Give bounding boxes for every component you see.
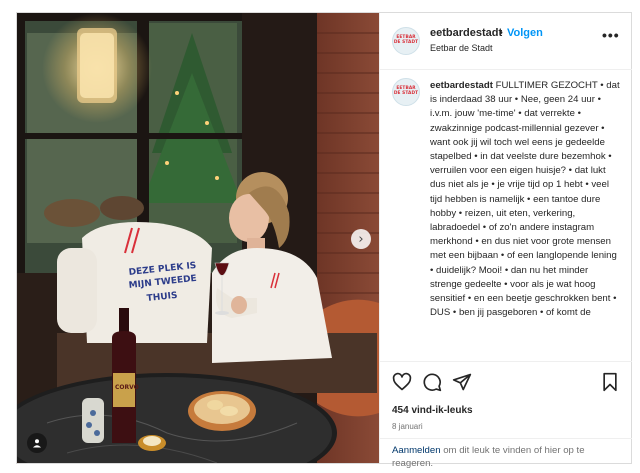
more-options-icon[interactable]: ••• bbox=[602, 27, 620, 43]
comment-icon[interactable] bbox=[422, 372, 442, 392]
caption-username[interactable]: eetbardestadt bbox=[430, 80, 493, 91]
divider bbox=[380, 438, 632, 439]
logo-text-line2: DE STADT bbox=[393, 91, 419, 96]
post-sidebar: EETBAR DE STADT eetbardestadt • Volgen E… bbox=[379, 13, 632, 469]
user-icon bbox=[33, 439, 41, 448]
login-prompt: Aanmelden om dit leuk te vinden of hier … bbox=[392, 444, 622, 470]
separator-dot: • bbox=[499, 27, 503, 39]
post-actions: 454 vind-ik-leuks 8 januari Aanmelden om… bbox=[380, 361, 632, 469]
next-photo-button[interactable]: › bbox=[351, 229, 371, 249]
likes-count[interactable]: 454 vind-ik-leuks bbox=[392, 405, 473, 416]
logo-text-line2: DE STADT bbox=[393, 40, 419, 45]
account-username[interactable]: eetbardestadt bbox=[430, 27, 502, 39]
heart-icon[interactable] bbox=[392, 372, 412, 392]
bookmark-icon[interactable] bbox=[600, 372, 620, 392]
post-header: EETBAR DE STADT eetbardestadt • Volgen E… bbox=[380, 13, 632, 70]
chevron-right-icon: › bbox=[358, 231, 364, 247]
instagram-post: DEZE PLEK IS MIJN TWEEDE THUIS CORVO › E… bbox=[16, 12, 632, 469]
post-photo[interactable]: DEZE PLEK IS MIJN TWEEDE THUIS CORVO › bbox=[17, 13, 379, 463]
post-caption: EETBAR DE STADT eetbardestadt FULLTIMER … bbox=[380, 70, 632, 360]
login-link[interactable]: Aanmelden bbox=[392, 445, 441, 456]
account-avatar[interactable]: EETBAR DE STADT bbox=[392, 27, 420, 55]
post-date[interactable]: 8 januari bbox=[392, 422, 423, 431]
caption-avatar[interactable]: EETBAR DE STADT bbox=[392, 78, 420, 106]
follow-button[interactable]: Volgen bbox=[507, 27, 543, 39]
photo-scene: DEZE PLEK IS MIJN TWEEDE THUIS CORVO bbox=[17, 13, 379, 463]
caption-text: eetbardestadt FULLTIMER GEZOCHT • dat is… bbox=[430, 79, 622, 320]
caption-body: FULLTIMER GEZOCHT • dat is inderdaad 38 … bbox=[430, 80, 620, 319]
wine-label-text: CORVO bbox=[115, 384, 139, 391]
account-subtitle[interactable]: Eetbar de Stadt bbox=[430, 43, 493, 53]
tagged-users-button[interactable] bbox=[27, 433, 47, 453]
share-icon[interactable] bbox=[452, 372, 472, 392]
